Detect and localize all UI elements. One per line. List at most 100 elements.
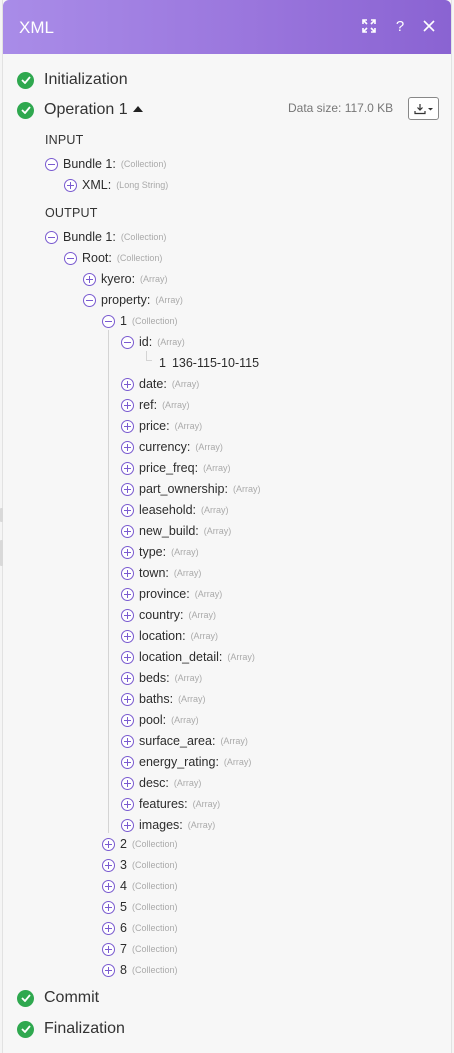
expand-node-icon[interactable] [102,963,115,977]
help-icon[interactable]: ? [389,14,411,38]
field-row[interactable]: energy_rating: (Array) [121,753,251,771]
expand-node-icon[interactable] [121,713,134,727]
field-row[interactable]: new_build: (Array) [121,522,231,540]
data-size: Data size: 117.0 KB [288,101,394,115]
field-row[interactable]: location: (Array) [121,627,218,645]
expand-node-icon[interactable] [121,755,134,769]
field-row[interactable]: pool: (Array) [121,711,199,729]
download-button[interactable] [408,97,439,120]
expand-node-icon[interactable] [102,921,115,935]
field-row[interactable]: features: (Array) [121,795,220,813]
tree-type: (Array) [171,547,199,557]
expand-icon[interactable] [358,14,380,38]
expand-node-icon[interactable] [121,440,134,454]
field-row[interactable]: part_ownership: (Array) [121,480,260,498]
stage-commit[interactable]: Commit [17,987,99,1009]
caret-up-icon[interactable] [132,106,143,112]
expand-node-icon[interactable] [121,398,134,412]
field-row[interactable]: price_freq: (Array) [121,459,231,477]
stage-finalization[interactable]: Finalization [17,1018,125,1040]
collection-row[interactable]: 5 (Collection) [102,898,177,916]
collection-row[interactable]: 6 (Collection) [102,919,177,937]
expand-node-icon[interactable] [121,524,134,538]
field-row[interactable]: location_detail: (Array) [121,648,255,666]
panel-header: XML ? [3,0,451,54]
collection-row[interactable]: 4 (Collection) [102,877,177,895]
expand-node-icon[interactable] [121,545,134,559]
expand-node-icon[interactable] [121,503,134,517]
tree-guide-line [146,360,152,361]
field-row[interactable]: images: (Array) [121,816,215,834]
expand-node-icon[interactable] [121,650,134,664]
tree-key: province: [139,587,190,601]
expand-node-icon[interactable] [121,818,134,832]
property-row[interactable]: property: (Array) [83,291,183,309]
expand-node-icon[interactable] [121,629,134,643]
collapse-icon[interactable] [121,335,134,349]
expand-node-icon[interactable] [102,858,115,872]
field-row[interactable]: province: (Array) [121,585,222,603]
tree-key: Root: [82,251,112,265]
expand-node-icon[interactable] [121,671,134,685]
tree-key: 8 [120,963,127,977]
expand-node-icon[interactable] [121,608,134,622]
close-icon[interactable] [418,14,440,38]
expand-node-icon[interactable] [121,461,134,475]
field-row[interactable]: type: (Array) [121,543,199,561]
expand-node-icon[interactable] [121,776,134,790]
input-bundle-row[interactable]: Bundle 1: (Collection) [45,155,166,173]
tree-type: (Array) [171,379,200,389]
tree-type: (Collection) [131,881,178,891]
expand-node-icon[interactable] [102,879,115,893]
field-row[interactable]: ref: (Array) [121,396,190,414]
field-row[interactable]: leasehold: (Array) [121,501,229,519]
expand-node-icon[interactable] [121,797,134,811]
root-row[interactable]: Root: (Collection) [64,249,162,267]
expand-node-icon[interactable] [64,178,77,192]
tree-key: price_freq: [139,461,199,475]
property-item-1-row[interactable]: 1 (Collection) [102,312,177,330]
tree-key: id: [139,335,153,349]
collapse-icon[interactable] [45,230,58,244]
stage-initialization[interactable]: Initialization [17,69,128,91]
collection-row[interactable]: 2 (Collection) [102,835,177,853]
field-row[interactable]: baths: (Array) [121,690,206,708]
expand-node-icon[interactable] [102,942,115,956]
expand-node-icon[interactable] [121,692,134,706]
output-bundle-row[interactable]: Bundle 1: (Collection) [45,228,166,246]
collection-row[interactable]: 8 (Collection) [102,961,177,979]
tree-type: (Collection) [131,860,178,870]
expand-node-icon[interactable] [121,734,134,748]
expand-node-icon[interactable] [121,587,134,601]
tree-key: XML: [82,178,112,192]
field-row[interactable]: town: (Array) [121,564,201,582]
kyero-row[interactable]: kyero: (Array) [83,270,168,288]
expand-node-icon[interactable] [102,900,115,914]
collapse-icon[interactable] [102,314,115,328]
field-row[interactable]: date: (Array) [121,375,199,393]
field-row[interactable]: country: (Array) [121,606,216,624]
expand-node-icon[interactable] [83,272,96,286]
field-row[interactable]: desc: (Array) [121,774,201,792]
expand-node-icon[interactable] [121,566,134,580]
field-row[interactable]: price: (Array) [121,417,202,435]
field-row[interactable]: surface_area: (Array) [121,732,248,750]
collapse-icon[interactable] [64,251,77,265]
field-row[interactable]: currency: (Array) [121,438,223,456]
collapse-icon[interactable] [45,157,58,171]
input-xml-row[interactable]: XML: (Long String) [64,176,168,194]
collapse-icon[interactable] [83,293,96,307]
tree-key: baths: [139,692,174,706]
collection-row[interactable]: 7 (Collection) [102,940,177,958]
tree-type: (Collection) [116,253,163,263]
stage-operation[interactable]: Operation 1 [17,99,143,121]
expand-node-icon[interactable] [121,377,134,391]
expand-node-icon[interactable] [121,482,134,496]
expand-node-icon[interactable] [102,837,115,851]
id-row[interactable]: id: (Array) [121,333,185,351]
value-index: 1 [159,356,166,370]
expand-node-icon[interactable] [121,419,134,433]
collection-row[interactable]: 3 (Collection) [102,856,177,874]
output-label: OUTPUT [45,206,98,220]
field-row[interactable]: beds: (Array) [121,669,202,687]
